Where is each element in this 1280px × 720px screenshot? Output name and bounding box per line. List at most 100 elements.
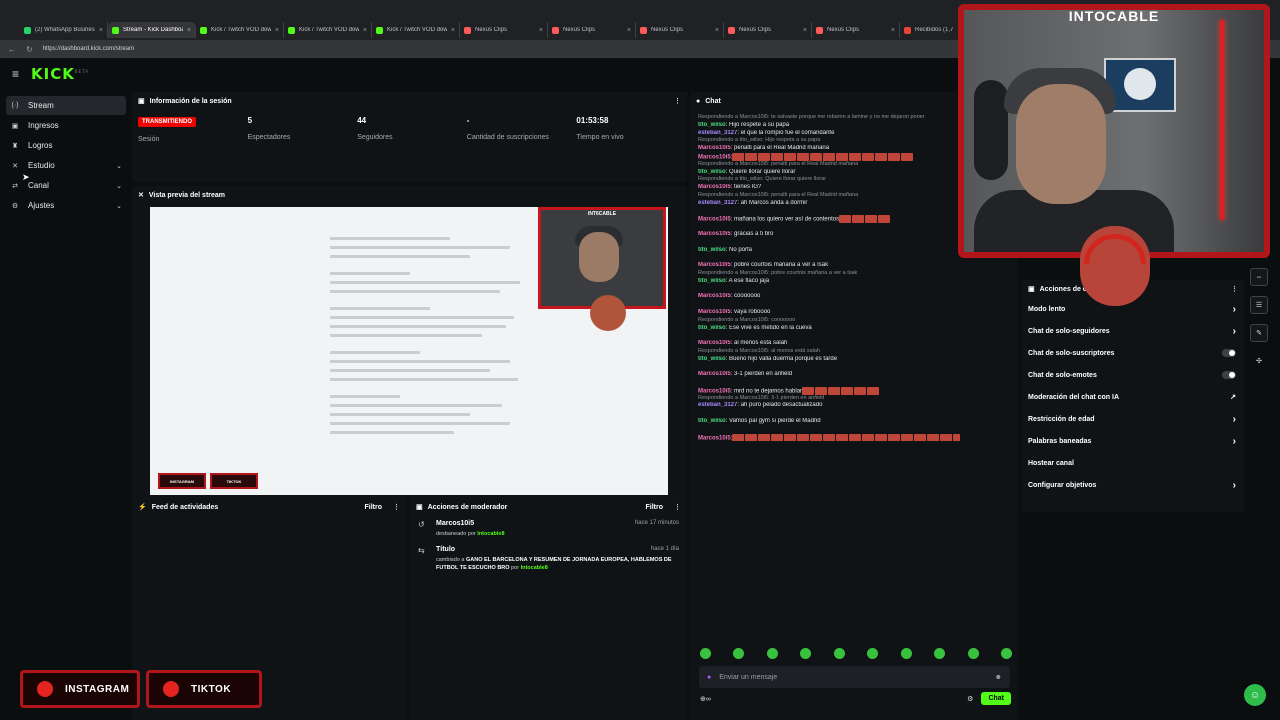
chat-username[interactable]: tito_wilso [698, 278, 726, 284]
session-more-icon[interactable]: ⋮ [674, 97, 681, 105]
chat-reply-context: Respondiendo a Marcos10i5: 3-1 pierden e… [698, 394, 825, 401]
moderation-filter-button[interactable]: Filtro [646, 504, 664, 511]
chat-username[interactable]: Marcos10i5 [698, 262, 731, 268]
back-icon[interactable]: ← [8, 45, 16, 54]
rail-tools-icon[interactable]: ✎ [1250, 324, 1268, 342]
chat-username[interactable]: Marcos10i5 [698, 155, 731, 161]
channel-action-item[interactable]: Chat de solo-seguidores › [1022, 320, 1244, 342]
rail-panel-icon[interactable]: ☰ [1250, 296, 1268, 314]
live-badge: TRANSMITIENDO [138, 117, 196, 127]
sidebar-item-ajustes[interactable]: ⚙ Ajustes ⌄ [6, 196, 126, 215]
channel-action-item[interactable]: Chat de solo-emotes [1022, 364, 1244, 386]
chat-username[interactable]: Marcos10i5 [698, 231, 731, 237]
mod-action-by[interactable]: Intocable8 [521, 565, 548, 571]
browser-tab[interactable]: Kick / Twitch VOD dow × [372, 22, 460, 38]
chat-username[interactable]: Marcos10i5 [698, 184, 731, 190]
sidebar-item-logros[interactable]: ♜ Logros [6, 136, 126, 155]
chat-username[interactable]: tito_wilso [698, 247, 726, 253]
activity-more-icon[interactable]: ⋮ [393, 503, 400, 511]
chat-username[interactable]: Marcos10i5 [698, 371, 731, 377]
chat-username[interactable]: Marcos10i5 [698, 293, 731, 299]
channel-action-label: Palabras baneadas [1028, 437, 1092, 445]
reload-icon[interactable]: ↻ [26, 45, 33, 54]
browser-tab[interactable]: Kick / Twitch VOD dow × [196, 22, 284, 38]
help-chat-icon[interactable]: ☺ [1244, 684, 1266, 706]
channel-action-item[interactable]: Hostear canal [1022, 452, 1244, 474]
tab-close-icon[interactable]: × [627, 27, 631, 34]
mic-icon[interactable]: ● [707, 674, 711, 681]
chat-username[interactable]: esteban_3127 [698, 130, 737, 136]
mod-action-title[interactable]: Marcos10i5 [436, 520, 474, 527]
chat-input[interactable]: ● Enviar un mensaje ☻ [699, 666, 1010, 688]
browser-tab[interactable]: Nexus Clips × [812, 22, 900, 38]
chat-username[interactable]: Marcos10i5 [698, 388, 731, 394]
emote-icon[interactable] [1000, 648, 1012, 659]
browser-tab[interactable]: Stream - Kick Dashboard × [108, 22, 196, 38]
chat-username[interactable]: Marcos10i5 [698, 435, 731, 441]
emote-icon[interactable] [733, 648, 745, 659]
browser-tab[interactable]: Nexus Clips × [636, 22, 724, 38]
chat-settings-icon[interactable]: ⚙ [967, 695, 973, 703]
sidebar-item-stream[interactable]: (·) Stream [6, 96, 126, 115]
toggle-switch[interactable] [1222, 371, 1236, 379]
tab-close-icon[interactable]: × [275, 27, 279, 34]
emote-icon[interactable] [766, 648, 778, 659]
channel-action-item[interactable]: Restricción de edad › [1022, 408, 1244, 430]
emote-icon[interactable] [967, 648, 979, 659]
emote-icon[interactable] [800, 648, 812, 659]
browser-tab[interactable]: (2) WhatsApp Business × [20, 22, 108, 38]
emote-icon[interactable] [867, 648, 879, 659]
chat-username[interactable]: tito_wilso [698, 122, 726, 128]
tab-close-icon[interactable]: × [187, 27, 191, 34]
emote-icon[interactable] [700, 648, 711, 659]
chat-username[interactable]: esteban_3127 [698, 200, 737, 206]
channel-action-item[interactable]: Palabras baneadas › [1022, 430, 1244, 452]
emote-icon [784, 152, 797, 161]
stat-label: Espectadores [247, 134, 291, 141]
kick-logo[interactable]: KICKBETA [31, 65, 89, 83]
toggle-switch[interactable] [1222, 349, 1236, 357]
tab-favicon-icon [112, 26, 119, 34]
tab-close-icon[interactable]: × [539, 27, 543, 34]
emote-icon[interactable] [833, 648, 845, 659]
emote-icon[interactable] [900, 648, 912, 659]
tab-close-icon[interactable]: × [363, 27, 367, 34]
chat-username[interactable]: tito_wilso [698, 356, 726, 362]
menu-icon[interactable]: ≡ [12, 67, 19, 81]
chat-username[interactable]: Marcos10i5 [698, 217, 731, 223]
url-field[interactable]: https://dashboard.kick.com/stream [43, 46, 134, 52]
tab-close-icon[interactable]: × [451, 27, 455, 34]
chat-username[interactable]: tito_wilso [698, 418, 726, 424]
mod-action-by[interactable]: Intocable8 [477, 531, 504, 537]
channel-action-item[interactable]: Chat de solo-suscriptores [1022, 342, 1244, 364]
actions-more-icon[interactable]: ⋮ [1231, 285, 1238, 293]
stat-value: - [466, 116, 470, 125]
chat-text: : Hijo respete a su papa [725, 121, 790, 128]
chat-username[interactable]: esteban_3127 [698, 402, 737, 408]
moderation-more-icon[interactable]: ⋮ [674, 503, 681, 511]
rail-expand-icon[interactable]: ⇔ [1250, 268, 1268, 286]
browser-tab[interactable]: Nexus Clips × [460, 22, 548, 38]
channel-action-item[interactable]: Configurar objetivos › [1022, 474, 1244, 496]
chat-username[interactable]: Marcos10i5 [698, 145, 731, 151]
channel-action-item[interactable]: Moderación del chat con IA ↗ [1022, 386, 1244, 408]
chat-send-button[interactable]: Chat [981, 692, 1011, 705]
sidebar-item-ingresos[interactable]: ▣ Ingresos [6, 116, 126, 135]
browser-tab[interactable]: Nexus Clips × [724, 22, 812, 38]
chat-username[interactable]: Marcos10i5 [698, 309, 731, 315]
chat-username[interactable]: Marcos10i5 [698, 340, 731, 346]
tab-close-icon[interactable]: × [99, 27, 103, 34]
emote-icon[interactable] [934, 648, 946, 659]
chat-username[interactable]: tito_wilso [698, 325, 726, 331]
tab-close-icon[interactable]: × [891, 27, 895, 34]
stream-preview[interactable]: INT6CABLE INSTAGRAM TIKTOK [150, 207, 668, 495]
rail-more-icon[interactable]: ✣ [1250, 352, 1268, 370]
tab-close-icon[interactable]: × [803, 27, 807, 34]
activity-filter-button[interactable]: Filtro [365, 504, 383, 511]
badges-icon[interactable]: ⊕∞ [700, 695, 711, 703]
emoji-icon[interactable]: ☻ [995, 674, 1002, 681]
browser-tab[interactable]: Kick / Twitch VOD dow × [284, 22, 372, 38]
chat-username[interactable]: tito_wilso [698, 169, 726, 175]
browser-tab[interactable]: Nexus Clips × [548, 22, 636, 38]
tab-close-icon[interactable]: × [715, 27, 719, 34]
